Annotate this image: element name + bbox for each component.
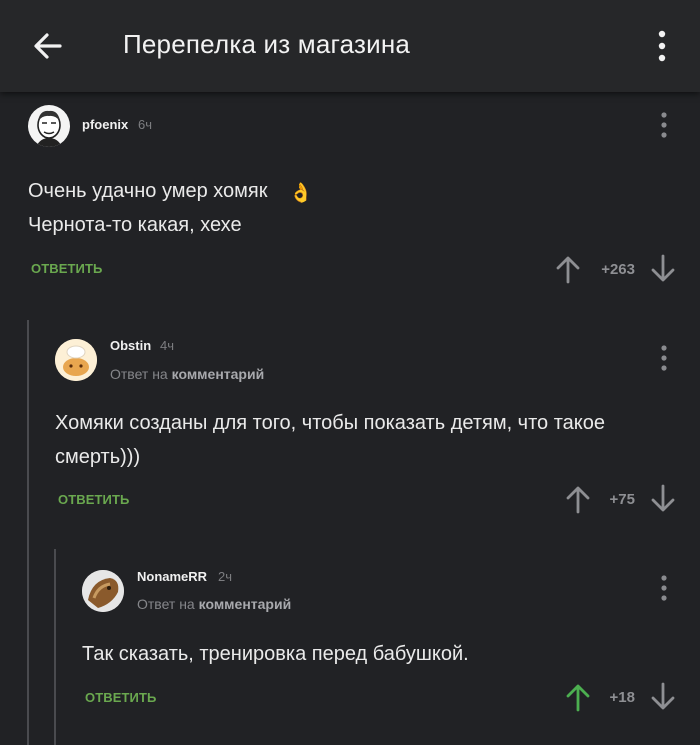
comment-text: Хомяки созданы для того, чтобы показать …: [55, 412, 605, 468]
reply-to-note: Ответ на комментарий: [137, 596, 291, 612]
reply-to-note: Ответ на комментарий: [110, 366, 264, 382]
comment-time: 4ч: [160, 338, 175, 353]
comment-time: 6ч: [138, 117, 153, 132]
comment-author[interactable]: NonameRR: [137, 569, 207, 584]
reply-button[interactable]: ОТВЕТИТЬ: [58, 492, 129, 507]
more-vertical-icon[interactable]: [650, 29, 674, 63]
comment-score: +18: [609, 689, 635, 706]
comment-more-icon[interactable]: [658, 111, 670, 141]
comment-text: Очень удачно умер хомяк Чернота-то какая…: [28, 174, 648, 242]
reply-button[interactable]: ОТВЕТИТЬ: [85, 690, 156, 705]
comment-author[interactable]: pfoenix: [82, 117, 128, 132]
avatar[interactable]: [55, 339, 97, 381]
page-title: Перепелка из магазина: [123, 29, 411, 59]
comment-text: Так сказать, тренировка перед бабушкой.: [82, 643, 469, 665]
thread-line-level-2: [54, 549, 56, 745]
app-bar: Перепелка из магазина: [0, 0, 700, 92]
downvote-arrow-icon[interactable]: [650, 682, 676, 712]
comment-time: 2ч: [218, 569, 233, 584]
downvote-arrow-icon[interactable]: [650, 254, 676, 284]
thread-line-level-1: [27, 320, 29, 745]
reply-target-link[interactable]: комментарий: [172, 366, 265, 382]
back-arrow-icon[interactable]: [30, 28, 66, 64]
comment-more-icon[interactable]: [658, 344, 670, 374]
reply-button[interactable]: ОТВЕТИТЬ: [31, 261, 102, 276]
comment-more-icon[interactable]: [658, 574, 670, 604]
downvote-arrow-icon[interactable]: [650, 484, 676, 514]
avatar[interactable]: [28, 105, 70, 147]
reply-prefix: Ответ на: [137, 596, 195, 612]
comment-author[interactable]: Obstin: [110, 338, 151, 353]
avatar[interactable]: [82, 570, 124, 612]
comment-score: +263: [601, 261, 635, 278]
comment-score: +75: [609, 491, 635, 508]
ok-hand-emoji: 👌: [289, 183, 313, 204]
reply-target-link[interactable]: комментарий: [199, 596, 292, 612]
reply-prefix: Ответ на: [110, 366, 168, 382]
comment-text-body: Очень удачно умер хомяк Чернота-то какая…: [28, 180, 268, 236]
